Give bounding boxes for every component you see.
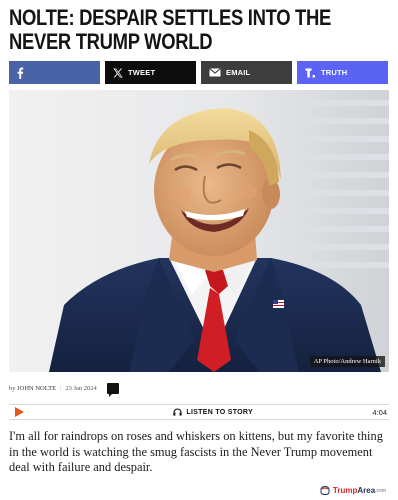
article-headline: NOLTE: DESPAIR SETTLES INTO THE NEVER TR…: [9, 5, 331, 54]
headphones-icon: [173, 408, 182, 416]
author-link[interactable]: JOHN NOLTE: [17, 385, 56, 392]
envelope-icon: [209, 68, 221, 77]
facebook-share-button[interactable]: [9, 61, 100, 84]
byline-divider: |: [60, 384, 62, 392]
tweet-share-button[interactable]: TWEET: [105, 61, 196, 84]
portrait-illustration: [9, 90, 389, 372]
watermark-suffix: .com: [375, 487, 386, 494]
audio-player: LISTEN TO STORY 4:04: [9, 404, 389, 420]
email-share-label: EMAIL: [226, 68, 251, 77]
article-hero-photo: AP Photo/Andrew Harnik: [9, 90, 389, 372]
audio-duration: 4:04: [372, 407, 387, 417]
site-watermark: Trump Area .com: [320, 486, 386, 495]
watermark-brand-b: Area: [357, 486, 376, 495]
comment-count-button[interactable]: [106, 382, 119, 397]
tweet-share-label: TWEET: [128, 68, 156, 77]
listen-to-story[interactable]: LISTEN TO STORY: [173, 408, 253, 416]
email-share-button[interactable]: EMAIL: [201, 61, 292, 84]
article-body: I'm all for raindrops on roses and whisk…: [9, 429, 383, 475]
trumparea-logo-icon: [320, 486, 330, 495]
publish-date: 23 Jan 2024: [65, 384, 97, 392]
facebook-icon: [16, 67, 24, 79]
watermark-brand-a: Trump: [332, 486, 358, 495]
play-icon[interactable]: [15, 407, 24, 417]
share-bar: TWEET EMAIL TRUTH: [9, 61, 389, 84]
photo-credit: AP Photo/Andrew Harnik: [309, 356, 385, 367]
byline: by JOHN NOLTE | 23 Jan 2024: [9, 381, 119, 397]
truth-social-icon: [305, 68, 316, 78]
truth-share-button[interactable]: TRUTH: [297, 61, 388, 84]
byline-prefix: by: [9, 384, 16, 392]
listen-label: LISTEN TO STORY: [186, 408, 253, 416]
truth-share-label: TRUTH: [321, 68, 348, 77]
x-logo-icon: [113, 68, 123, 78]
